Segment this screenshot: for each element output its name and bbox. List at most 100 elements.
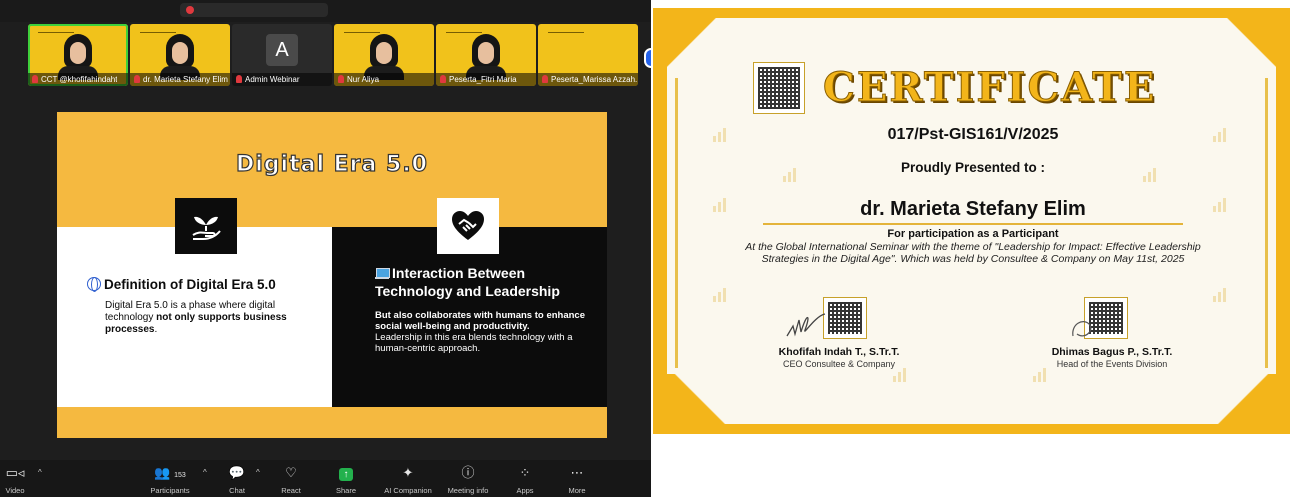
apps-button[interactable]: ⁘ Apps: [510, 460, 540, 497]
participants-label: Participants: [150, 486, 190, 495]
chat-options-caret-icon[interactable]: ^: [256, 468, 260, 477]
mic-muted-icon: [32, 75, 38, 83]
participants-button[interactable]: 👥 153 Participants: [140, 460, 200, 497]
globe-icon: [87, 277, 101, 292]
participant-tile[interactable]: ▬▬▬▬▬▬▬▬▬▬▬▬ Peserta_Fitri Maria: [436, 24, 536, 86]
video-button[interactable]: ▭◃ Video: [0, 460, 30, 497]
ai-companion-label: AI Companion: [384, 486, 432, 495]
border-band-left: [653, 8, 667, 434]
video-label: Video: [5, 486, 25, 495]
sparkle-icon: ✦: [402, 465, 414, 480]
mic-muted-icon: [440, 75, 446, 83]
laptop-icon: [375, 268, 390, 279]
video-options-caret-icon[interactable]: ^: [38, 468, 42, 477]
apps-label: Apps: [516, 486, 534, 495]
participant-tile[interactable]: A Admin Webinar: [232, 24, 332, 86]
share-label: Share: [335, 486, 356, 495]
participant-name: Admin Webinar: [245, 75, 300, 84]
participant-video: [466, 34, 506, 80]
chart-watermark-icon: [1213, 288, 1231, 302]
name-underline: [763, 223, 1183, 225]
react-button[interactable]: ♡ React: [276, 460, 306, 497]
heart-icon: ♡: [285, 465, 297, 480]
top-status-strip: [0, 0, 651, 22]
signature-1-icon: [786, 313, 826, 337]
corner-accent-bottom-right: [1170, 374, 1290, 434]
handshake-heart-icon: [437, 198, 499, 254]
share-arrow-icon: ↑: [339, 468, 353, 481]
participant-tile[interactable]: ▬▬▬▬▬▬▬▬▬▬▬▬ Nur Aliya: [334, 24, 434, 86]
corner-accent-top-left: [653, 8, 753, 68]
signature-2-icon: [1072, 321, 1092, 337]
participant-video: [364, 34, 404, 80]
presented-to-text: Proudly Presented to :: [900, 160, 1046, 175]
participants-options-caret-icon[interactable]: ^: [203, 468, 207, 477]
participant-name: dr. Marieta Stefany Elim: [143, 75, 228, 84]
participant-name: Nur Aliya: [347, 75, 380, 84]
certificate-title: CERTIFICATE: [823, 64, 1157, 112]
plant-in-hand-icon: [175, 198, 237, 254]
participant-tile[interactable]: ▬▬▬▬▬▬▬▬▬▬▬▬ Peserta_Marissa Azzah...: [538, 24, 638, 86]
qr-code-signer-1: [823, 297, 867, 339]
left-heading: Definition of Digital Era 5.0: [104, 277, 276, 292]
avatar: A: [266, 34, 298, 66]
chart-watermark-icon: [1213, 198, 1231, 212]
corner-accent-bottom-left: [653, 374, 773, 434]
info-icon: ⓘ: [461, 465, 475, 480]
mic-muted-icon: [542, 75, 548, 83]
zoom-meeting-window: ▬▬▬▬▬▬▬▬▬▬▬▬ CCT @khofifahindaht ▬▬▬▬▬▬▬…: [0, 0, 651, 497]
chart-watermark-icon: [1033, 368, 1051, 382]
react-label: React: [281, 486, 301, 495]
participant-tile[interactable]: ▬▬▬▬▬▬▬▬▬▬▬▬ dr. Marieta Stefany Elim: [130, 24, 230, 86]
chat-button[interactable]: 💬 Chat: [222, 460, 252, 497]
chart-watermark-icon: [713, 128, 731, 142]
chart-watermark-icon: [713, 198, 731, 212]
slide-title: Digital Era 5.0: [235, 151, 428, 177]
chat-label: Chat: [229, 486, 245, 495]
participant-name: Peserta_Marissa Azzah...: [551, 75, 638, 84]
corner-accent-top-right: [1190, 8, 1290, 68]
ai-companion-button[interactable]: ✦ AI Companion: [378, 460, 438, 497]
mic-muted-icon: [236, 75, 242, 83]
record-dot-icon: [186, 6, 194, 14]
qr-code-top: [753, 62, 805, 114]
signer-1-name: Khofifah Indah T., S.Tr.T.: [778, 346, 900, 358]
more-label: More: [568, 486, 586, 495]
share-button[interactable]: ↑ Share: [330, 460, 362, 497]
meeting-toolbar: ▭◃ Video ^ 👥 153 Participants ^ 💬 Chat ^…: [0, 460, 651, 497]
shared-screen-slide: Digital Era 5.0 Definition of Digital Er…: [57, 112, 607, 438]
meeting-info-button[interactable]: ⓘ Meeting info: [442, 460, 494, 497]
video-camera-icon: ▭◃: [5, 465, 25, 480]
right-heading: Interaction Between Technology and Leade…: [375, 265, 560, 299]
inner-line-left: [675, 78, 678, 368]
right-text: Leadership in this era blends technology…: [375, 332, 573, 354]
left-text-end: .: [154, 324, 158, 335]
more-button[interactable]: ⋯ More: [562, 460, 592, 497]
participant-name: CCT @khofifahindaht: [41, 75, 118, 84]
certificate-description: At the Global International Seminar with…: [745, 241, 1201, 265]
mic-muted-icon: [134, 75, 140, 83]
inner-line-right: [1265, 78, 1268, 368]
right-text-bold: But also collaborates with humans to enh…: [375, 310, 585, 332]
right-paragraph: But also collaborates with humans to enh…: [375, 310, 585, 354]
participants-count: 153: [174, 472, 186, 479]
scroll-right-button[interactable]: [644, 48, 651, 68]
chat-icon: 💬: [228, 465, 246, 480]
chart-watermark-icon: [1213, 128, 1231, 142]
chart-watermark-icon: [893, 368, 911, 382]
left-paragraph: Digital Era 5.0 is a phase where digital…: [105, 300, 315, 336]
recipient-name: dr. Marieta Stefany Elim: [860, 198, 1086, 220]
tile-slide-thumbnail: ▬▬▬▬▬▬▬▬▬▬▬▬: [548, 30, 584, 34]
certificate-number: 017/Pst-GIS161/V/2025: [887, 126, 1059, 143]
participant-video: [58, 34, 98, 80]
participants-icon: 👥: [154, 465, 171, 480]
participant-tile[interactable]: ▬▬▬▬▬▬▬▬▬▬▬▬ CCT @khofifahindaht: [28, 24, 128, 86]
chart-watermark-icon: [713, 288, 731, 302]
apps-icon: ⁘: [519, 465, 531, 480]
signer-2-role: Head of the Events Division: [1056, 359, 1168, 369]
signer-2-name: Dhimas Bagus P., S.Tr.T.: [1051, 346, 1173, 358]
signer-1-role: CEO Consultee & Company: [782, 359, 896, 369]
participant-video: [160, 34, 200, 80]
recording-indicator[interactable]: [180, 3, 328, 17]
mic-muted-icon: [338, 75, 344, 83]
